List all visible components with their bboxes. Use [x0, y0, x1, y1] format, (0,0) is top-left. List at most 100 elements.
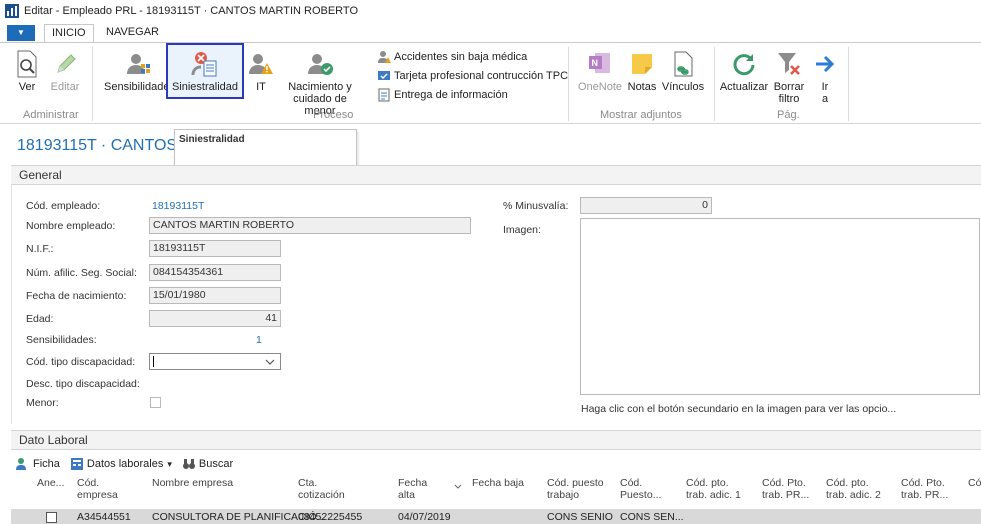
ribbon: Ver Editar Sensibilidades Siniestralidad…: [0, 42, 981, 124]
ver-label: Ver: [18, 81, 36, 93]
sort-descending-icon[interactable]: [454, 484, 462, 490]
column-header-last[interactable]: Có: [968, 477, 981, 489]
group-administrar: Administrar: [23, 109, 79, 121]
column-header-puesto[interactable]: Cód. puesto trabajo: [547, 477, 604, 501]
window-title: Editar - Empleado PRL - 18193115T · CANT…: [24, 5, 358, 17]
separator: [92, 47, 93, 121]
edad-field[interactable]: 41: [149, 310, 281, 327]
tipo-discapacidad-label: Cód. tipo discapacidad:: [26, 356, 136, 368]
col-puesto-1: Cód. puesto: [547, 477, 604, 489]
column-header-adic2[interactable]: Cód. pto. trab. adic. 2: [826, 477, 881, 501]
col-pr2-2: trab. PR...: [901, 489, 949, 501]
cod-empleado-link[interactable]: 18193115T: [152, 200, 204, 212]
nif-label: N.I.F.:: [26, 243, 54, 255]
col-fecha-alta-1: Fecha: [398, 477, 428, 489]
borrar-label-2: filtro: [778, 93, 800, 105]
group-mostrar-adjuntos: Mostrar adjuntos: [600, 109, 682, 121]
cell-cta: 08452225455: [298, 511, 363, 523]
sensibilidades-field-label: Sensibilidades:: [26, 334, 97, 346]
ver-button[interactable]: Ver: [12, 47, 42, 93]
user-warning-icon: [249, 54, 273, 74]
entrega-label: Entrega de información: [394, 88, 508, 101]
col-cod-empresa-2: empresa: [77, 489, 118, 501]
ficha-button[interactable]: Ficha: [16, 457, 60, 471]
separator: [568, 47, 569, 121]
separator: [848, 47, 849, 121]
fecha-nacimiento-field[interactable]: 15/01/1980: [149, 287, 281, 304]
editar-button[interactable]: Editar: [47, 47, 83, 93]
application-menu-button[interactable]: ▼: [7, 25, 35, 41]
column-header-adic1[interactable]: Cód. pto. trab. adic. 1: [686, 477, 741, 501]
arrow-right-icon: [816, 55, 835, 73]
editar-label: Editar: [50, 81, 80, 93]
imagen-box[interactable]: [580, 218, 980, 395]
column-header-pr2[interactable]: Cód. Pto. trab. PR...: [901, 477, 948, 501]
column-header-fecha-alta[interactable]: Fecha alta: [398, 477, 427, 501]
buscar-button[interactable]: Buscar: [182, 457, 233, 471]
tab-inicio[interactable]: INICIO: [44, 24, 94, 42]
column-header-cod-puesto[interactable]: Cód. Puesto...: [620, 477, 661, 501]
refresh-icon: [733, 54, 755, 76]
onenote-button[interactable]: N OneNote: [576, 47, 624, 93]
col-cta-1: Cta.: [298, 477, 318, 489]
onenote-icon: N: [589, 53, 610, 73]
column-header-ane[interactable]: Ane...: [37, 477, 64, 489]
column-header-pr1[interactable]: Cód. Pto. trab. PR...: [762, 477, 809, 501]
it-button[interactable]: IT: [248, 47, 274, 93]
borrar-label-1: Borrar: [773, 81, 805, 93]
imagen-label: Imagen:: [503, 224, 541, 236]
it-label: IT: [256, 81, 266, 93]
afilic-field[interactable]: 084154354361: [149, 264, 281, 281]
section-dato-laboral-header[interactable]: Dato Laboral: [11, 430, 981, 450]
imagen-hint: Haga clic con el botón secundario en la …: [581, 403, 897, 415]
cell-cod-empresa: A34544551: [77, 511, 131, 523]
binoculars-icon: [182, 459, 195, 469]
nacimiento-label-1: Nacimiento y: [288, 81, 352, 93]
sensibilidades-button[interactable]: Sensibilidades: [104, 47, 175, 93]
menor-label: Menor:: [26, 397, 59, 409]
tarjeta-button[interactable]: Tarjeta profesional contrucción TPC: [377, 68, 568, 83]
entrega-button[interactable]: Entrega de información: [377, 87, 508, 102]
sensibilidades-count-link[interactable]: 1: [256, 334, 262, 346]
cod-empleado-label: Cód. empleado:: [26, 200, 101, 212]
col-adic2-2: trab. adic. 2: [826, 489, 881, 501]
nacimiento-button[interactable]: Nacimiento y cuidado de menor: [282, 47, 358, 117]
accidentes-button[interactable]: Accidentes sin baja médica: [377, 49, 527, 64]
ir-a-button[interactable]: Ir a: [812, 47, 838, 105]
accident-report-icon: [191, 52, 217, 77]
clear-filter-icon: [778, 53, 800, 75]
column-header-nombre-empresa[interactable]: Nombre empresa: [152, 477, 233, 489]
col-last: Có: [968, 477, 981, 489]
column-header-fecha-baja[interactable]: Fecha baja: [472, 477, 524, 489]
tab-navegar[interactable]: NAVEGAR: [99, 24, 166, 42]
datos-laborales-label: Datos laborales: [86, 458, 164, 470]
borrar-filtro-button[interactable]: Borrar filtro: [768, 47, 810, 105]
tipo-discapacidad-select[interactable]: [149, 353, 281, 370]
sticky-note-icon: [632, 54, 652, 74]
column-header-cta[interactable]: Cta. cotización: [298, 477, 345, 501]
notas-label: Notas: [627, 81, 657, 93]
card-check-icon: [378, 70, 390, 80]
section-general-header[interactable]: General: [11, 165, 981, 185]
nombre-empleado-field[interactable]: CANTOS MARTIN ROBERTO: [149, 217, 471, 234]
col-cod-puesto-1: Cód.: [620, 477, 643, 489]
siniestralidad-button[interactable]: Siniestralidad: [166, 43, 244, 99]
cell-cod-puesto: CONS SEN...: [620, 511, 684, 523]
sensibilidades-label: Sensibilidades: [104, 81, 175, 93]
actualizar-button[interactable]: Actualizar: [719, 47, 769, 93]
col-pr2-1: Cód. Pto.: [901, 477, 945, 489]
notas-button[interactable]: Notas: [626, 47, 658, 93]
chevron-down-icon[interactable]: [265, 358, 275, 366]
col-adic1-1: Cód. pto.: [686, 477, 729, 489]
menor-checkbox[interactable]: [150, 397, 161, 408]
nif-field[interactable]: 18193115T: [149, 240, 281, 257]
vinculos-button[interactable]: Vínculos: [660, 47, 706, 93]
onenote-label: OneNote: [577, 81, 623, 93]
minusvalia-field[interactable]: 0: [580, 197, 712, 214]
datos-laborales-button[interactable]: Datos laborales ▾: [70, 457, 172, 471]
row-checkbox[interactable]: [46, 512, 57, 523]
siniestralidad-label: Siniestralidad: [171, 81, 239, 93]
minusvalia-label: % Minusvalía:: [503, 200, 569, 212]
column-header-cod-empresa[interactable]: Cód. empresa: [77, 477, 118, 501]
window-title-bar: Editar - Empleado PRL - 18193115T · CANT…: [0, 0, 981, 22]
